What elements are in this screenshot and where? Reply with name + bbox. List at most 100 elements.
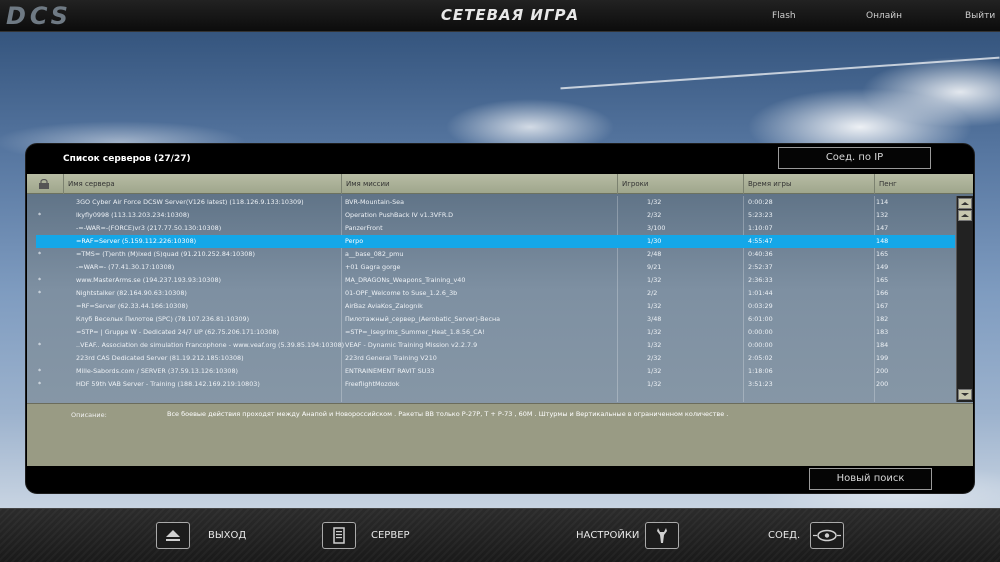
col-header-server-name[interactable]: Имя сервера — [63, 174, 341, 194]
server-label[interactable]: СЕРВЕР — [371, 530, 410, 541]
row-server-name: =STP= | Gruppe W - Dedicated 24/7 UP (62… — [76, 328, 279, 336]
row-mission-name: MA_DRAGONs_Weapons_Training_v40 — [345, 276, 466, 284]
exit-button[interactable] — [156, 522, 190, 549]
row-players: 2/32 — [647, 211, 662, 219]
row-players: 2/2 — [647, 289, 658, 297]
col-header-game-time[interactable]: Время игры — [743, 174, 874, 194]
row-mission-name: +01 Gagra gorge — [345, 263, 401, 271]
row-game-time: 1:18:06 — [748, 367, 773, 375]
row-server-name: HDF 59th VAB Server - Training (188.142.… — [76, 380, 260, 388]
row-favorite-mark — [38, 326, 48, 339]
table-row[interactable]: -=-WAR=-(FORCE)vr3 (217.77.50.130:10308)… — [36, 222, 955, 235]
table-row[interactable]: 223rd CAS Dedicated Server (81.19.212.18… — [36, 352, 955, 365]
contrail — [560, 56, 1000, 90]
row-ping: 147 — [876, 224, 889, 232]
row-mission-name: ENTRAINEMENT RAVIT SU33 — [345, 367, 435, 375]
row-game-time: 0:00:00 — [748, 328, 773, 336]
server-rows: 3GO Cyber Air Force DCSW Server(V126 lat… — [27, 196, 955, 402]
table-scrollbar[interactable] — [956, 196, 973, 402]
server-document-icon — [333, 527, 345, 544]
table-row[interactable]: -=WAR=- (77.41.30.17:10308) +01 Gagra gor… — [36, 261, 955, 274]
table-row[interactable]: Клуб Веселых Пилотов (SPC) (78.107.236.8… — [36, 313, 955, 326]
table-row[interactable]: * Nightstalker (82.164.90.63:10308) 01-OPF… — [36, 287, 955, 300]
row-favorite-mark: * — [38, 367, 42, 375]
connect-by-ip-button[interactable]: Соед. по IP — [778, 147, 931, 169]
row-game-time: 2:36:33 — [748, 276, 773, 284]
row-players: 9/21 — [647, 263, 662, 271]
row-ping: 148 — [876, 237, 889, 245]
table-row[interactable]: * lkyfly0998 (113.13.203.234:10308) Operat… — [36, 209, 955, 222]
table-row[interactable]: =STP= | Gruppe W - Dedicated 24/7 UP (62… — [36, 326, 955, 339]
row-mission-name: 223rd General Training V210 — [345, 354, 437, 362]
settings-button[interactable] — [645, 522, 679, 549]
row-mission-name: PanzerFront — [345, 224, 383, 232]
connect-label[interactable]: СОЕД. — [768, 530, 800, 541]
row-ping: 199 — [876, 354, 889, 362]
row-players: 1/32 — [647, 198, 662, 206]
exit-link[interactable]: Выйти — [965, 11, 995, 21]
lock-icon[interactable] — [37, 179, 51, 189]
row-game-time: 0:40:36 — [748, 250, 773, 258]
scroll-up-button[interactable] — [958, 210, 972, 221]
row-players: 2/32 — [647, 354, 662, 362]
row-server-name: www.MasterArms.se (194.237.193.93:10308) — [76, 276, 222, 284]
row-ping: 183 — [876, 328, 889, 336]
new-search-button[interactable]: Новый поиск — [809, 468, 932, 490]
dcs-logo: DCS — [6, 2, 72, 30]
row-server-name: Mille-Sabords.com / SERVER (37.59.13.126… — [76, 367, 239, 375]
table-row[interactable]: =RF=Server (62.33.44.166:10308) AirBaz Av… — [36, 300, 955, 313]
row-favorite-mark: * — [38, 276, 42, 284]
table-row[interactable]: * =TMS= (T)enth (M)ixed (S)quad (91.210.2… — [36, 248, 955, 261]
row-ping: 167 — [876, 302, 889, 310]
row-game-time: 6:01:00 — [748, 315, 773, 323]
table-row[interactable]: * ..VEAF.. Association de simulation Fran… — [36, 339, 955, 352]
table-row[interactable]: * Mille-Sabords.com / SERVER (37.59.13.12… — [36, 365, 955, 378]
row-ping: 166 — [876, 289, 889, 297]
row-server-name: =TMS= (T)enth (M)ixed (S)quad (91.210.25… — [76, 250, 255, 258]
table-row[interactable]: 3GO Cyber Air Force DCSW Server(V126 lat… — [36, 196, 955, 209]
connect-eye-icon — [813, 529, 841, 542]
eject-icon — [166, 530, 180, 541]
row-players: 3/48 — [647, 315, 662, 323]
connect-button[interactable] — [810, 522, 844, 549]
scroll-down-button[interactable] — [958, 389, 972, 400]
settings-label[interactable]: НАСТРОЙКИ — [576, 530, 639, 541]
flash-link[interactable]: Flash — [772, 11, 796, 21]
row-server-name: -=WAR=- (77.41.30.17:10308) — [76, 263, 175, 271]
table-row[interactable]: * HDF 59th VAB Server - Training (188.142… — [36, 378, 955, 391]
table-row[interactable]: * www.MasterArms.se (194.237.193.93:10308… — [36, 274, 955, 287]
row-ping: 149 — [876, 263, 889, 271]
page-title: СЕТЕВАЯ ИГРА — [440, 6, 580, 24]
row-server-name: 223rd CAS Dedicated Server (81.19.212.18… — [76, 354, 244, 362]
scroll-top-button[interactable] — [958, 198, 972, 209]
online-link[interactable]: Онлайн — [866, 11, 902, 21]
row-game-time: 1:10:07 — [748, 224, 773, 232]
exit-label[interactable]: ВЫХОД — [208, 530, 246, 541]
row-favorite-mark — [38, 313, 48, 326]
row-server-name: -=-WAR=-(FORCE)vr3 (217.77.50.130:10308) — [76, 224, 222, 232]
row-favorite-mark: * — [38, 289, 42, 297]
bottom-bar: ВЫХОД СЕРВЕР НАСТРОЙКИ СОЕД. — [0, 508, 1000, 562]
row-players: 2/48 — [647, 250, 662, 258]
row-favorite-mark — [38, 235, 48, 248]
row-ping: 132 — [876, 211, 889, 219]
chevron-up-icon — [961, 214, 969, 217]
row-game-time: 2:05:02 — [748, 354, 773, 362]
row-players: 1/32 — [647, 276, 662, 284]
table-row[interactable]: =RAF=Server (5.159.112.226:10308) Perpo 1/… — [36, 235, 955, 248]
server-list-panel: Список серверов (27/27) Соед. по IP Имя … — [25, 143, 975, 494]
row-game-time: 5:23:23 — [748, 211, 773, 219]
col-header-mission-name[interactable]: Имя миссии — [341, 174, 617, 194]
row-game-time: 0:00:00 — [748, 341, 773, 349]
double-chevron-up-icon — [961, 202, 969, 205]
row-players: 1/32 — [647, 380, 662, 388]
row-players: 1/32 — [647, 367, 662, 375]
row-players: 3/100 — [647, 224, 666, 232]
server-button[interactable] — [322, 522, 356, 549]
row-players: 1/32 — [647, 302, 662, 310]
col-header-players[interactable]: Игроки — [617, 174, 743, 194]
row-ping: 200 — [876, 380, 889, 388]
row-mission-name: Пилотажный_сервер_(Aerobatic_Server)-Вес… — [345, 315, 501, 323]
row-mission-name: a__base_082_pmu — [345, 250, 404, 258]
col-header-ping[interactable]: Пенг — [874, 174, 973, 194]
